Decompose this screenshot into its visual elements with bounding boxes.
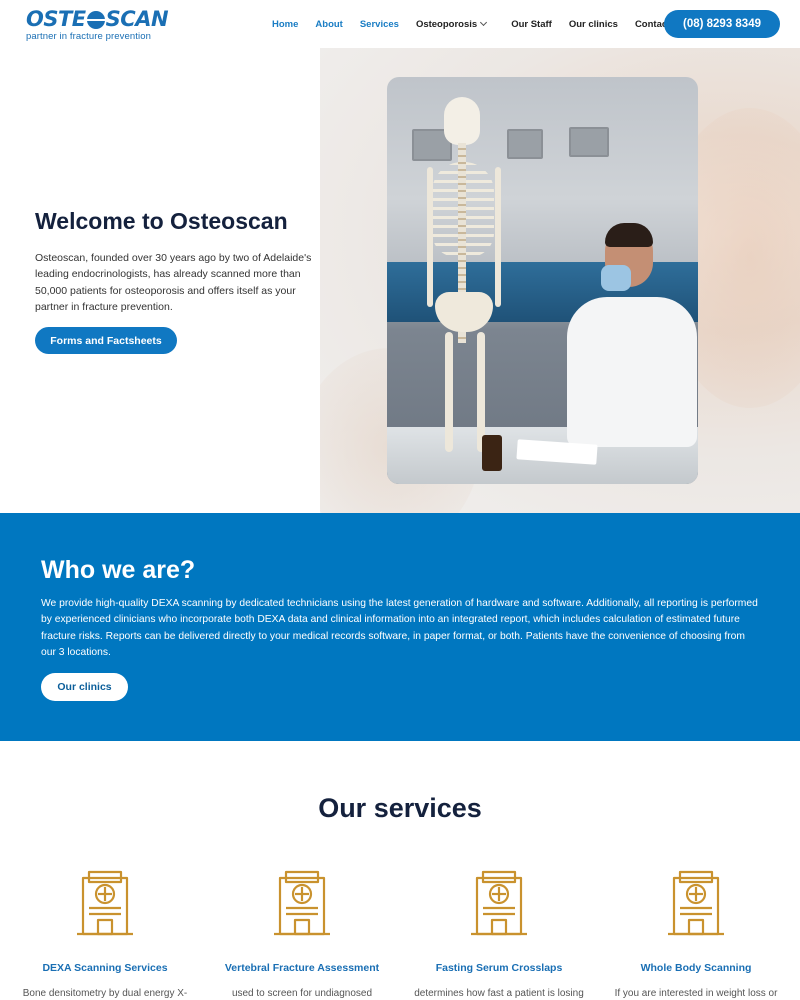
skeleton-skull	[444, 97, 480, 145]
our-clinics-button[interactable]: Our clinics	[41, 673, 128, 701]
who-we-are-section: Who we are? We provide high-quality DEXA…	[0, 513, 800, 741]
skeleton-leg	[477, 332, 485, 452]
main-nav: Home About Services Osteoporosis Our Sta…	[272, 0, 687, 48]
hospital-icon	[471, 870, 527, 936]
logo-text-right: SCAN	[105, 7, 169, 31]
nav-about[interactable]: About	[315, 19, 342, 30]
service-title: Vertebral Fracture Assessment	[224, 962, 380, 974]
service-text: Bone densitometry by dual energy X-	[22, 988, 188, 999]
logo-o-mark-icon	[84, 10, 107, 29]
doctor-skeleton-photo	[387, 77, 698, 484]
service-text: used to screen for undiagnosed	[231, 988, 373, 999]
services-title: Our services	[318, 793, 482, 823]
service-card[interactable]: Whole Body Scanning If you are intereste…	[596, 870, 796, 999]
service-card[interactable]: DEXA Scanning Services Bone densitometry…	[5, 870, 205, 999]
face-mask	[601, 265, 631, 291]
logo-wordmark: OSTE SCAN	[26, 7, 169, 31]
chevron-down-icon	[480, 18, 488, 27]
doctor-hair	[605, 223, 653, 247]
who-we-are-title: Who we are?	[41, 556, 196, 584]
skeleton-arm	[495, 167, 501, 307]
service-title: DEXA Scanning Services	[42, 962, 168, 974]
service-title: Fasting Serum Crosslaps	[435, 962, 563, 974]
wall-frame	[507, 129, 543, 159]
nav-osteoporosis[interactable]: Osteoporosis	[415, 18, 488, 30]
service-text: If you are interested in weight loss or	[614, 988, 778, 999]
logo-text-left: OSTE	[26, 7, 86, 31]
service-card[interactable]: Vertebral Fracture Assessment used to sc…	[202, 870, 402, 999]
nav-our-staff[interactable]: Our Staff	[511, 19, 552, 30]
hospital-icon	[77, 870, 133, 936]
skeleton-arm	[427, 167, 433, 307]
hero-title: Welcome to Osteoscan	[35, 208, 288, 234]
phone-button[interactable]: (08) 8293 8349	[664, 10, 780, 38]
nav-services[interactable]: Services	[360, 19, 399, 30]
doctor-coat	[567, 297, 697, 447]
wall-frame	[569, 127, 609, 157]
medicine-bottle	[482, 435, 502, 471]
nav-our-clinics[interactable]: Our clinics	[569, 19, 618, 30]
hospital-icon	[668, 870, 724, 936]
hospital-icon	[274, 870, 330, 936]
skeleton-leg	[445, 332, 453, 452]
hero-section: Welcome to Osteoscan Osteoscan, founded …	[0, 48, 800, 513]
osteoscan-logo[interactable]: OSTE SCAN partner in fracture prevention	[26, 7, 169, 43]
service-text: determines how fast a patient is losing	[414, 988, 584, 999]
nav-home[interactable]: Home	[272, 19, 298, 30]
service-title: Whole Body Scanning	[640, 962, 752, 974]
hero-description: Osteoscan, founded over 30 years ago by …	[35, 252, 312, 313]
who-we-are-text: We provide high-quality DEXA scanning by…	[41, 598, 758, 658]
site-header: OSTE SCAN partner in fracture prevention…	[0, 0, 800, 48]
nav-osteoporosis-label: Osteoporosis	[415, 18, 478, 30]
service-card[interactable]: Fasting Serum Crosslaps determines how f…	[399, 870, 599, 999]
skeleton-pelvis	[435, 292, 493, 332]
logo-tagline: partner in fracture prevention	[26, 31, 151, 42]
forms-factsheets-button[interactable]: Forms and Factsheets	[35, 327, 177, 354]
